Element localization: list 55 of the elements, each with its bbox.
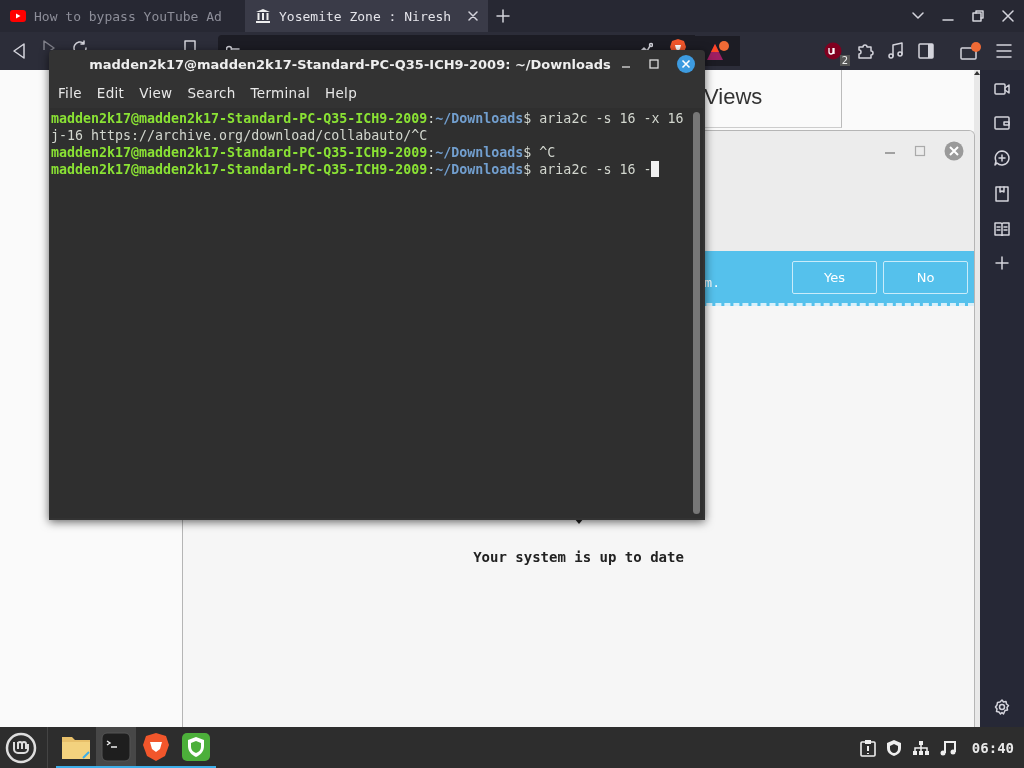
columns-building-icon — [255, 8, 271, 24]
music-note-icon[interactable] — [939, 739, 956, 756]
menu-item[interactable]: Edit — [95, 83, 126, 103]
clock[interactable]: 06:40 — [971, 739, 1014, 756]
status-message: Your system is up to date — [473, 549, 684, 565]
close-icon[interactable] — [468, 11, 478, 21]
key-icon — [226, 44, 240, 50]
add-icon[interactable] — [995, 256, 1009, 270]
wallet-icon[interactable] — [994, 116, 1010, 130]
music-note-icon[interactable] — [888, 42, 904, 60]
wallet-icon[interactable] — [960, 41, 982, 61]
taskbar-app[interactable] — [96, 727, 136, 768]
shield-icon[interactable] — [885, 738, 902, 757]
puzzle-icon[interactable] — [856, 42, 874, 60]
terminal-icon[interactable] — [101, 731, 131, 762]
menu-item[interactable]: View — [138, 83, 174, 103]
close-icon[interactable] — [1002, 10, 1014, 22]
menu-logo-icon[interactable] — [5, 731, 37, 764]
menu-item[interactable]: Search — [186, 83, 237, 103]
window-title: madden2k17@madden2k17-Standard-PC-Q35-ICH9-2009: ~/Downloads — [88, 56, 612, 72]
terminal-line: madden2k17@madden2k17-Standard-PC-Q35-ICH9-2009:~/Downloads$ aria2c -s 16 -x 16 — [51, 110, 684, 127]
video-play-icon — [10, 10, 26, 22]
bookmark-icon[interactable] — [995, 186, 1009, 202]
shield-app-icon[interactable] — [181, 731, 211, 762]
chevron-down-icon[interactable] — [912, 12, 924, 20]
back-icon[interactable] — [12, 43, 26, 59]
menu-item[interactable]: File — [57, 83, 83, 103]
address-bar[interactable] — [218, 35, 695, 50]
settings-icon[interactable] — [994, 699, 1010, 715]
network-icon[interactable] — [911, 739, 930, 756]
book-icon[interactable] — [994, 222, 1010, 236]
forward-icon[interactable] — [42, 40, 56, 50]
banner-text: m. — [703, 273, 720, 290]
sidebar-icon[interactable] — [918, 43, 934, 59]
video-camera-icon[interactable] — [994, 82, 1010, 96]
new-tab-icon[interactable] — [496, 9, 510, 23]
menu-item[interactable]: Help — [324, 83, 358, 103]
menu-item[interactable]: Terminal — [249, 83, 312, 103]
menu-icon[interactable] — [996, 44, 1012, 58]
restore-icon[interactable] — [972, 10, 984, 22]
terminal-line: j-16 https://archive.org/download/collabauto/^C — [51, 127, 428, 144]
lion-shield-icon[interactable] — [669, 38, 687, 50]
chat-icon[interactable] — [994, 150, 1010, 166]
scrollbar[interactable] — [693, 112, 700, 514]
close-icon[interactable] — [677, 55, 695, 73]
count-badge: 2 — [839, 55, 850, 66]
browser-tab[interactable]: How to bypass YouTube Ad — [0, 0, 243, 32]
terminal-line: madden2k17@madden2k17-Standard-PC-Q35-ICH9-2009:~/Downloads$ ^C — [51, 144, 556, 161]
terminal-line: madden2k17@madden2k17-Standard-PC-Q35-ICH9-2009:~/Downloads$ aria2c -s 16 - — [51, 161, 652, 178]
shield-extension-icon[interactable] — [824, 42, 842, 60]
reload-icon[interactable] — [72, 40, 88, 50]
lion-shield-icon[interactable] — [142, 731, 170, 762]
bookmark-icon[interactable] — [184, 40, 196, 50]
clipboard-alert-icon[interactable] — [859, 738, 876, 757]
browser-tab[interactable]: Yosemite Zone : Niresh — [245, 0, 488, 32]
